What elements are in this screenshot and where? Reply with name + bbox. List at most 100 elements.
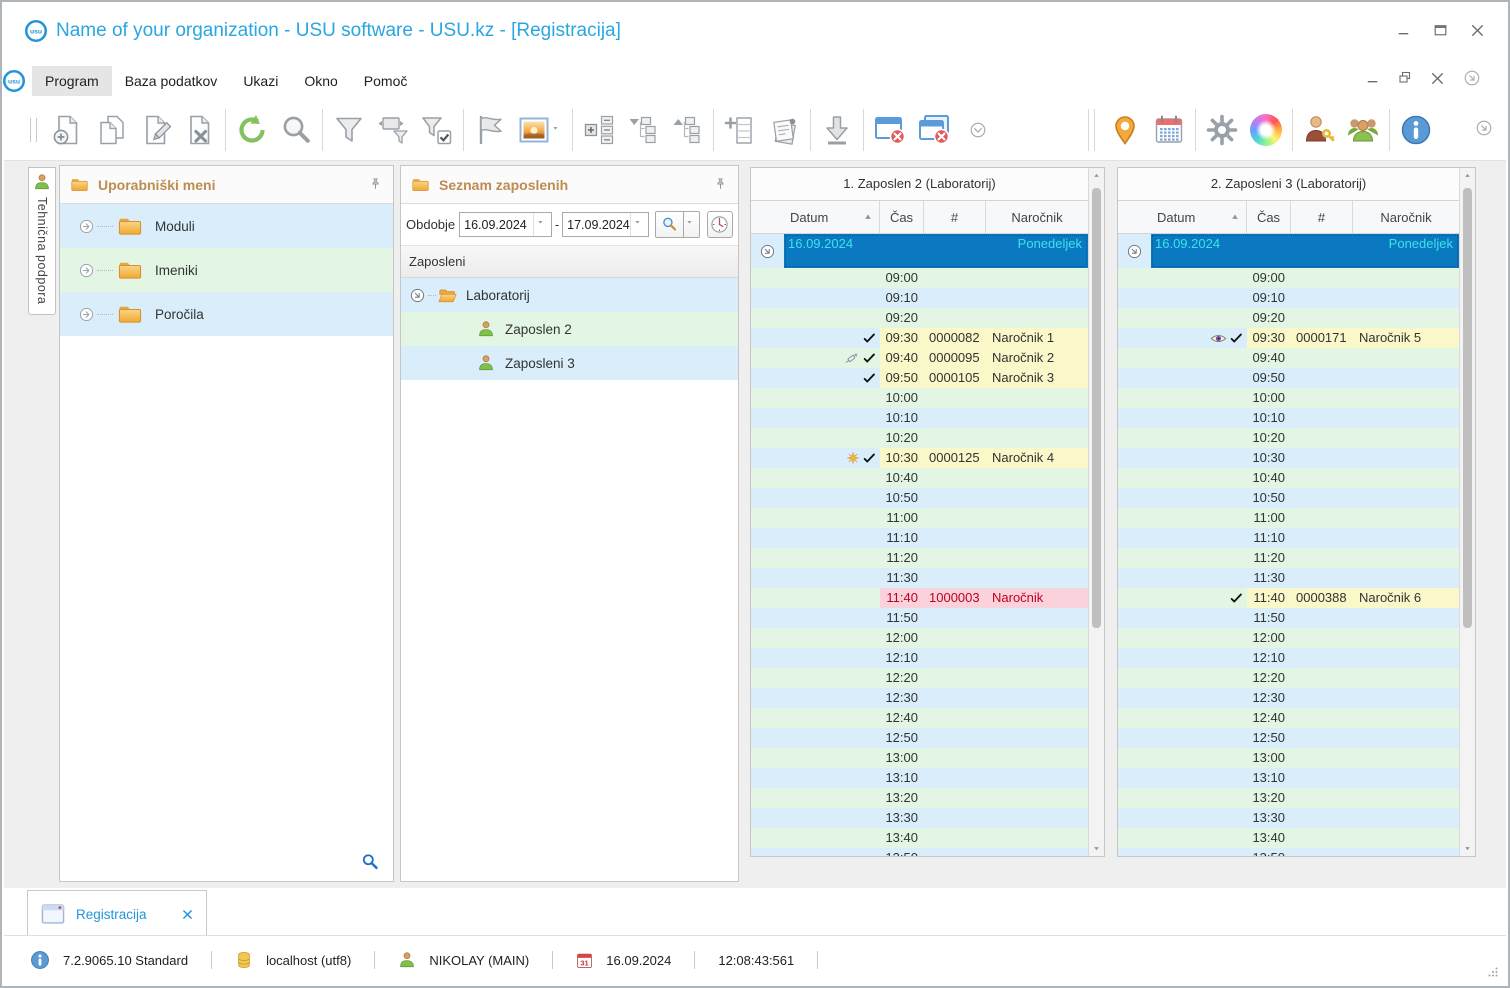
download-button[interactable] — [815, 107, 859, 153]
collapse-day-icon[interactable] — [1126, 243, 1143, 260]
schedule-row-09:50[interactable]: 09:50 0000105 Naročnik 3 — [751, 368, 1088, 388]
schedule-row-11:40[interactable]: 11:40 1000003 Naročnik — [751, 588, 1088, 608]
apply-search-button[interactable] — [654, 211, 685, 238]
date-row[interactable]: 16.09.2024 Ponedeljek — [1118, 234, 1459, 268]
schedule-row-09:00[interactable]: 09:00 — [751, 268, 1088, 288]
schedule-row-10:00[interactable]: 10:00 — [751, 388, 1088, 408]
scroll-down-icon[interactable] — [1089, 841, 1104, 856]
schedule-row-11:10[interactable]: 11:10 — [751, 528, 1088, 548]
overflow-small-button[interactable] — [956, 107, 1000, 153]
schedule-row-11:50[interactable]: 11:50 — [751, 608, 1088, 628]
mdi-close-icon[interactable] — [1429, 70, 1446, 87]
mdi-overflow-icon[interactable] — [1462, 68, 1482, 88]
schedule-row-10:10[interactable]: 10:10 — [1118, 408, 1459, 428]
column-header-narocnik[interactable]: Naročnik — [1353, 201, 1459, 233]
schedule-row-09:30[interactable]: 09:30 0000171 Naročnik 5 — [1118, 328, 1459, 348]
user-menu-item-poročila[interactable]: Poročila — [60, 292, 393, 336]
column-header-datum[interactable]: Datum — [790, 210, 828, 225]
support-side-tab[interactable]: Tehnična podpora — [28, 167, 56, 315]
search-dropdown-icon[interactable] — [684, 211, 700, 238]
schedule-row-09:40[interactable]: 09:40 — [1118, 348, 1459, 368]
minimize-icon[interactable] — [1395, 22, 1412, 39]
menu-item-program[interactable]: Program — [32, 66, 112, 96]
date-row[interactable]: 16.09.2024 Ponedeljek — [751, 234, 1088, 268]
users-button[interactable] — [1341, 107, 1385, 153]
schedule-row-09:40[interactable]: 09:40 0000095 Naročnik 2 — [751, 348, 1088, 368]
column-header-narocnik[interactable]: Naročnik — [986, 201, 1088, 233]
expand-tree-button[interactable] — [665, 107, 709, 153]
schedule-row-10:30[interactable]: 10:30 0000125 Naročnik 4 — [751, 448, 1088, 468]
schedule-row-13:00[interactable]: 13:00 — [751, 748, 1088, 768]
schedule-row-09:00[interactable]: 09:00 — [1118, 268, 1459, 288]
pin-icon[interactable] — [713, 177, 728, 192]
column-header-cas[interactable]: Čas — [1247, 201, 1291, 233]
date-to-dropdown-icon[interactable] — [629, 213, 648, 236]
calendar-button[interactable] — [1147, 107, 1191, 153]
schedule-row-12:30[interactable]: 12:30 — [751, 688, 1088, 708]
schedule-row-13:50[interactable]: 13:50 — [1118, 848, 1459, 856]
schedule-row-10:10[interactable]: 10:10 — [751, 408, 1088, 428]
schedule-scrollbar[interactable] — [1088, 168, 1104, 856]
filter-button[interactable] — [327, 107, 371, 153]
colors-button[interactable] — [1244, 107, 1288, 153]
menu-item-baza-podatkov[interactable]: Baza podatkov — [112, 66, 231, 96]
schedule-row-13:10[interactable]: 13:10 — [1118, 768, 1459, 788]
schedule-row-10:20[interactable]: 10:20 — [1118, 428, 1459, 448]
tab-registracija[interactable]: Registracija — [27, 890, 207, 937]
maximize-icon[interactable] — [1432, 22, 1449, 39]
schedule-row-11:30[interactable]: 11:30 — [751, 568, 1088, 588]
schedule-row-13:00[interactable]: 13:00 — [1118, 748, 1459, 768]
expand-rows-button[interactable] — [577, 107, 621, 153]
schedule-row-12:40[interactable]: 12:40 — [751, 708, 1088, 728]
column-header-num[interactable]: # — [924, 201, 986, 233]
schedule-row-13:10[interactable]: 13:10 — [751, 768, 1088, 788]
schedule-row-13:40[interactable]: 13:40 — [751, 828, 1088, 848]
schedule-row-10:40[interactable]: 10:40 — [751, 468, 1088, 488]
employee-item-1[interactable]: Zaposlen 2 — [401, 312, 738, 346]
mdi-restore-icon[interactable] — [1397, 70, 1413, 86]
user-key-button[interactable] — [1297, 107, 1341, 153]
schedule-row-12:10[interactable]: 12:10 — [1118, 648, 1459, 668]
schedule-row-09:50[interactable]: 09:50 — [1118, 368, 1459, 388]
collapse-icon[interactable] — [409, 287, 426, 304]
close-icon[interactable] — [1469, 22, 1486, 39]
scroll-up-icon[interactable] — [1460, 168, 1475, 183]
copy-document-button[interactable] — [89, 107, 133, 153]
schedule-row-10:50[interactable]: 10:50 — [751, 488, 1088, 508]
toolbar-overflow-icon[interactable] — [1474, 118, 1494, 138]
resize-grip-icon[interactable] — [1483, 962, 1499, 978]
menu-item-okno[interactable]: Okno — [291, 66, 350, 96]
schedule-row-09:10[interactable]: 09:10 — [751, 288, 1088, 308]
settings-button[interactable] — [1200, 107, 1244, 153]
close-window-button[interactable] — [868, 107, 912, 153]
edit-document-button[interactable] — [133, 107, 177, 153]
schedule-row-10:00[interactable]: 10:00 — [1118, 388, 1459, 408]
collapse-day-icon[interactable] — [759, 243, 776, 260]
schedule-row-12:10[interactable]: 12:10 — [751, 648, 1088, 668]
scrollbar-thumb[interactable] — [1092, 188, 1101, 628]
employee-group-laboratorij[interactable]: Laboratorij — [401, 278, 738, 312]
location-button[interactable] — [1103, 107, 1147, 153]
column-header-num[interactable]: # — [1291, 201, 1353, 233]
refresh-button[interactable] — [230, 107, 274, 153]
pin-icon[interactable] — [368, 177, 383, 192]
new-document-button[interactable] — [45, 107, 89, 153]
schedule-row-11:40[interactable]: 11:40 0000388 Naročnik 6 — [1118, 588, 1459, 608]
search-button[interactable] — [274, 107, 318, 153]
flag-button[interactable] — [468, 107, 512, 153]
schedule-row-09:30[interactable]: 09:30 0000082 Naročnik 1 — [751, 328, 1088, 348]
schedule-row-11:20[interactable]: 11:20 — [1118, 548, 1459, 568]
schedule-row-10:30[interactable]: 10:30 — [1118, 448, 1459, 468]
close-all-windows-button[interactable] — [912, 107, 956, 153]
schedule-row-13:30[interactable]: 13:30 — [1118, 808, 1459, 828]
image-dropdown-icon[interactable] — [552, 125, 563, 136]
schedule-row-12:30[interactable]: 12:30 — [1118, 688, 1459, 708]
user-menu-item-moduli[interactable]: Moduli — [60, 204, 393, 248]
schedule-row-11:50[interactable]: 11:50 — [1118, 608, 1459, 628]
column-header-cas[interactable]: Čas — [880, 201, 924, 233]
scroll-up-icon[interactable] — [1089, 168, 1104, 183]
schedule-row-10:50[interactable]: 10:50 — [1118, 488, 1459, 508]
image-button[interactable] — [512, 107, 568, 153]
schedule-row-13:40[interactable]: 13:40 — [1118, 828, 1459, 848]
schedule-row-11:30[interactable]: 11:30 — [1118, 568, 1459, 588]
